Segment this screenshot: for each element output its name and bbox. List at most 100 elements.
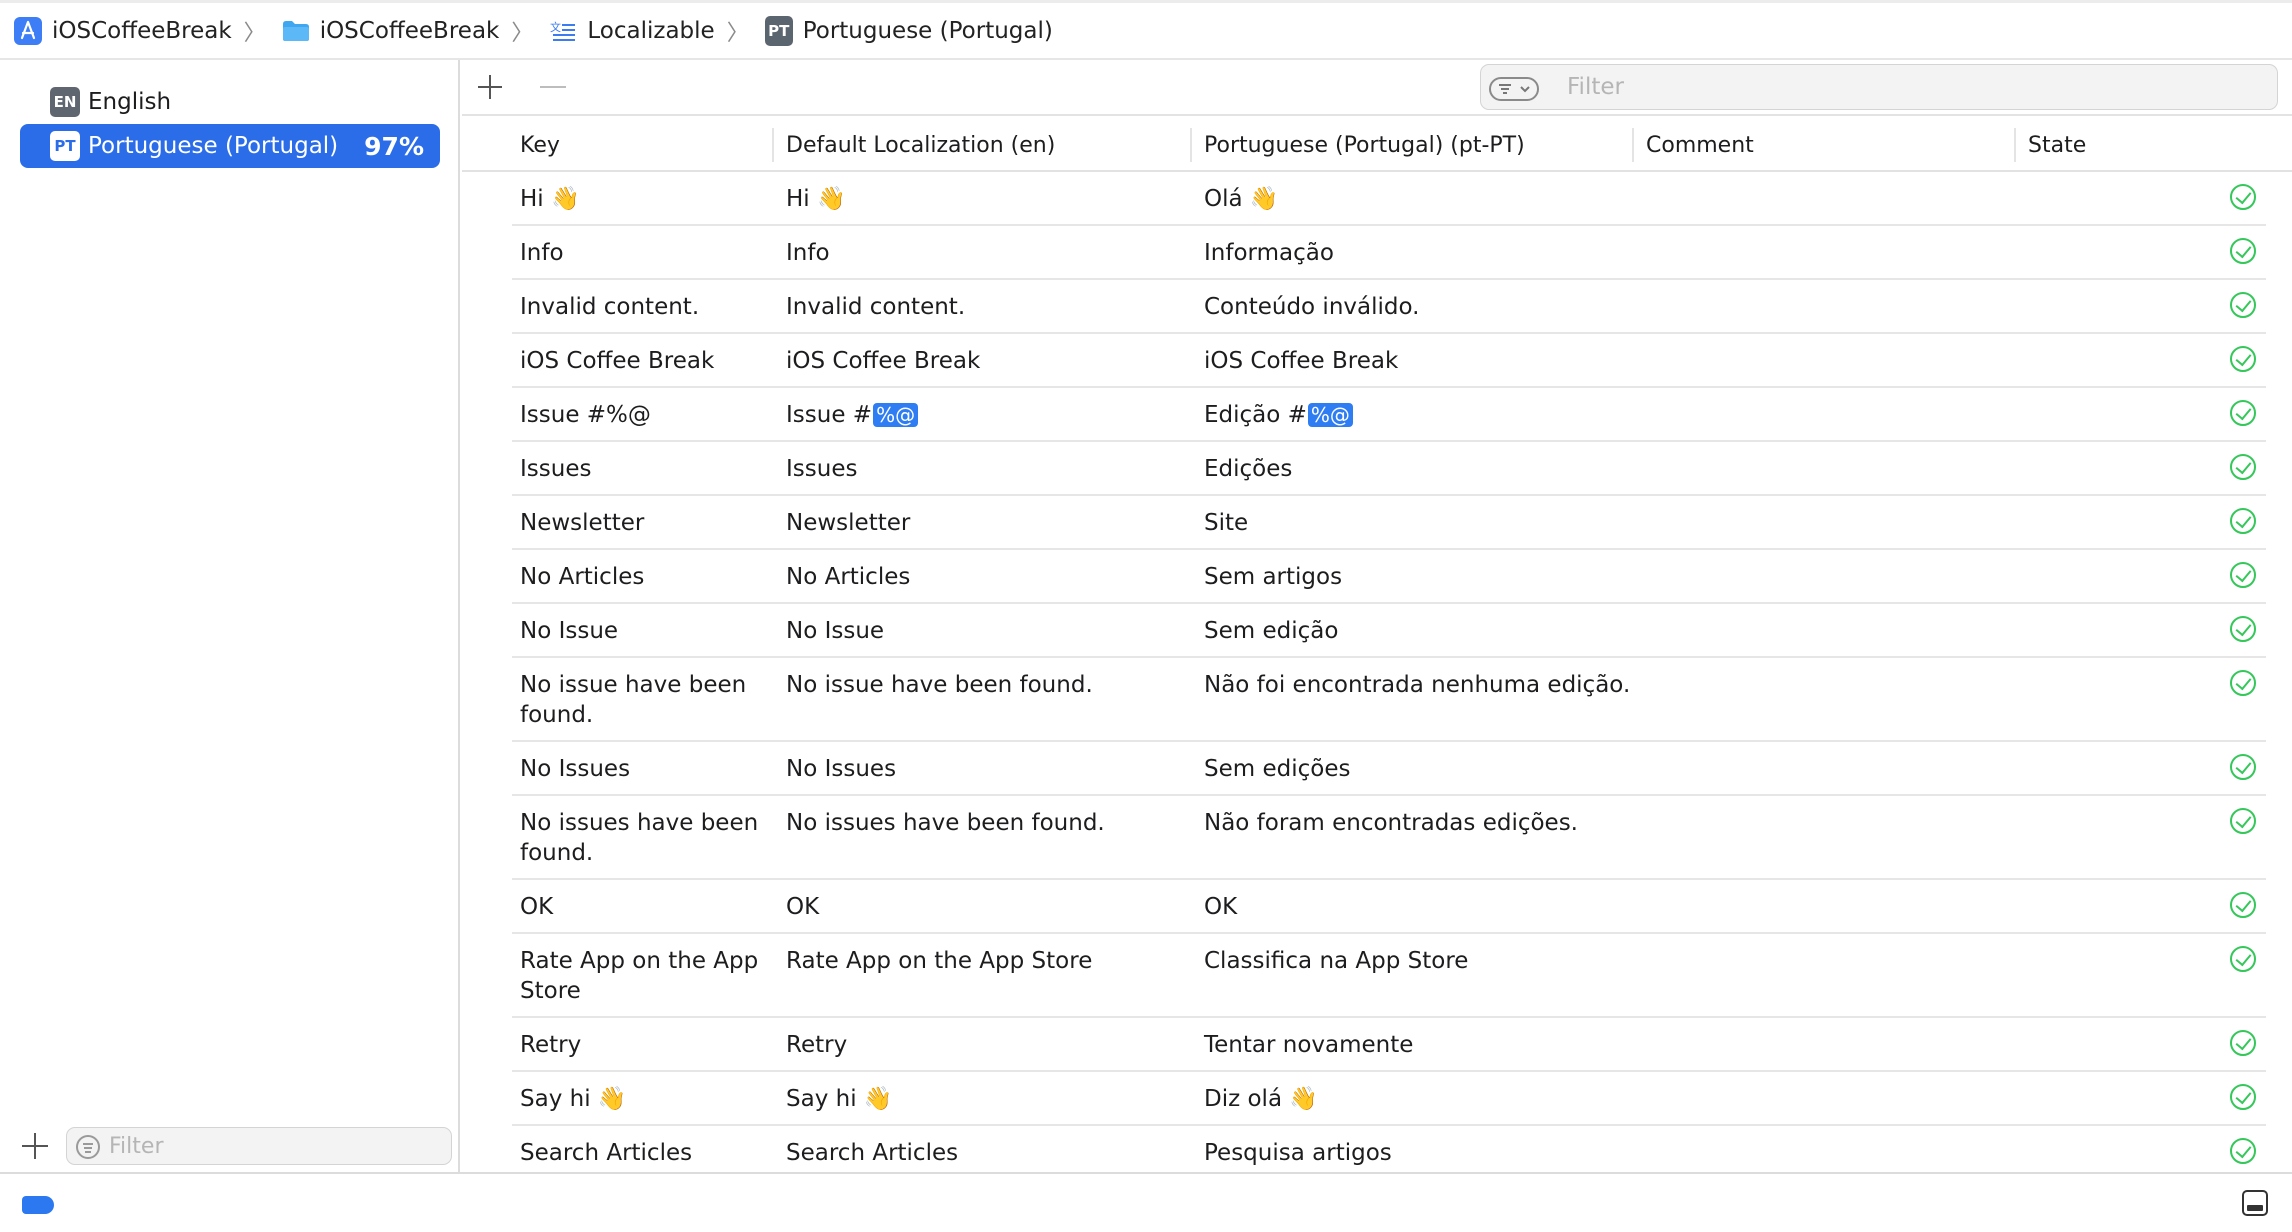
translation-cell[interactable]: Diz olá 👋	[1204, 1084, 1644, 1114]
column-header-key[interactable]: Key	[520, 118, 560, 172]
format-specifier-token: %@	[1307, 403, 1353, 427]
tag-icon[interactable]	[22, 1196, 54, 1214]
table-row[interactable]: OK OK OK	[512, 880, 2266, 934]
checkmark-circle-icon	[2230, 508, 2256, 534]
key-cell: OK	[520, 894, 554, 920]
key-cell: Newsletter	[520, 510, 645, 536]
table-row[interactable]: iOS Coffee Break iOS Coffee Break iOS Co…	[512, 334, 2266, 388]
table-row[interactable]: Say hi 👋 Say hi 👋 Diz olá 👋	[512, 1072, 2266, 1126]
checkmark-circle-icon	[2230, 346, 2256, 372]
add-key-button[interactable]	[478, 75, 502, 99]
translation-cell[interactable]: Classifica na App Store	[1204, 946, 1644, 976]
default-cell: No issues have been found.	[786, 810, 1105, 836]
checkmark-circle-icon	[2230, 754, 2256, 780]
breadcrumb-label: Localizable	[587, 17, 715, 44]
translation-cell[interactable]: iOS Coffee Break	[1204, 346, 1644, 376]
key-cell: Retry	[520, 1032, 582, 1058]
translation-cell[interactable]: Conteúdo inválido.	[1204, 292, 1644, 322]
translation-cell[interactable]: Site	[1204, 508, 1644, 538]
remove-key-button[interactable]	[540, 86, 566, 88]
table-row[interactable]: Hi 👋 Hi 👋 Olá 👋	[512, 172, 2266, 226]
column-header-portuguese[interactable]: Portuguese (Portugal) (pt-PT)	[1204, 118, 1525, 172]
checkmark-circle-icon	[2230, 1030, 2256, 1056]
table-filter-field[interactable]: Filter	[1480, 64, 2278, 110]
default-cell: iOS Coffee Break	[786, 348, 981, 374]
translation-cell[interactable]: Não foram encontradas edições.	[1204, 808, 1644, 838]
default-text: Issue #	[786, 402, 873, 428]
table-toolbar: Filter	[462, 60, 2292, 116]
table-row[interactable]: No issues have been found. No issues hav…	[512, 796, 2266, 880]
table-row[interactable]: Search Articles Search Articles Pesquisa…	[512, 1126, 2266, 1172]
column-header-comment[interactable]: Comment	[1646, 118, 1754, 172]
table-filter-placeholder: Filter	[1567, 74, 1624, 100]
toggle-panel-icon[interactable]	[2242, 1190, 2268, 1216]
breadcrumb-item-folder[interactable]: iOSCoffeeBreak 〉	[282, 11, 550, 51]
translation-cell[interactable]: Informação	[1204, 238, 1644, 268]
key-cell: No issue have been found.	[520, 672, 747, 728]
breadcrumb-item-project[interactable]: iOSCoffeeBreak 〉	[14, 11, 282, 51]
table-row[interactable]: No Issue No Issue Sem edição	[512, 604, 2266, 658]
breadcrumb: iOSCoffeeBreak 〉 iOSCoffeeBreak 〉 文 Loca…	[0, 0, 2292, 60]
key-cell: Hi 👋	[520, 186, 580, 212]
checkmark-circle-icon	[2230, 1084, 2256, 1110]
strings-file-icon: 文	[549, 17, 577, 45]
table-row[interactable]: Retry Retry Tentar novamente	[512, 1018, 2266, 1072]
default-cell: No Issues	[786, 756, 897, 782]
default-cell: Rate App on the App Store	[786, 948, 1093, 974]
sidebar-item-english[interactable]: EN English	[20, 80, 440, 124]
translation-cell[interactable]: OK	[1204, 892, 1644, 922]
sidebar-filter-field[interactable]: Filter	[66, 1127, 452, 1165]
filter-icon	[76, 1135, 100, 1159]
table-row[interactable]: Info Info Informação	[512, 226, 2266, 280]
default-cell: Info	[786, 240, 830, 266]
translation-cell[interactable]: Edição # %@	[1204, 400, 1644, 430]
column-header-state[interactable]: State	[2028, 118, 2086, 172]
table-row[interactable]: Rate App on the App Store Rate App on th…	[512, 934, 2266, 1018]
checkmark-circle-icon	[2230, 292, 2256, 318]
table-row[interactable]: No issue have been found. No issue have …	[512, 658, 2266, 742]
key-cell: Info	[520, 240, 564, 266]
key-cell: No Issues	[520, 756, 631, 782]
translation-cell[interactable]: Sem artigos	[1204, 562, 1644, 592]
column-header-default[interactable]: Default Localization (en)	[786, 118, 1055, 172]
translation-percent: 97%	[364, 131, 424, 161]
table-header: Key Default Localization (en) Portuguese…	[462, 118, 2292, 172]
key-cell: No issues have been found.	[520, 810, 759, 866]
translation-cell[interactable]: Sem edições	[1204, 754, 1644, 784]
breadcrumb-label: iOSCoffeeBreak	[52, 17, 232, 44]
add-language-button[interactable]	[22, 1133, 48, 1159]
table-row[interactable]: No Articles No Articles Sem artigos	[512, 550, 2266, 604]
table-row[interactable]: No Issues No Issues Sem edições	[512, 742, 2266, 796]
sidebar-item-portuguese[interactable]: PT Portuguese (Portugal) 97%	[20, 124, 440, 168]
table-row[interactable]: Newsletter Newsletter Site	[512, 496, 2266, 550]
breadcrumb-item-file[interactable]: 文 Localizable 〉	[549, 11, 764, 51]
default-cell: No Articles	[786, 564, 911, 590]
key-cell: Invalid content.	[520, 294, 700, 320]
translation-cell[interactable]: Sem edição	[1204, 616, 1644, 646]
translation-cell[interactable]: Não foi encontrada nenhuma edição.	[1204, 670, 1644, 700]
translation-cell[interactable]: Edições	[1204, 454, 1644, 484]
translation-cell[interactable]: Olá 👋	[1204, 184, 1644, 214]
default-cell: Newsletter	[786, 510, 911, 536]
breadcrumb-item-language[interactable]: PT Portuguese (Portugal)	[764, 11, 1053, 51]
strings-table: Hi 👋 Hi 👋 Olá 👋 Info Info Informação Inv…	[462, 172, 2292, 1172]
checkmark-circle-icon	[2230, 616, 2256, 642]
translation-cell[interactable]: Pesquisa artigos	[1204, 1138, 1644, 1168]
checkmark-circle-icon	[2230, 892, 2256, 918]
chevron-right-icon: 〉	[726, 20, 749, 46]
table-row[interactable]: Invalid content. Invalid content. Conteú…	[512, 280, 2266, 334]
default-cell: OK	[786, 894, 820, 920]
key-cell: iOS Coffee Break	[520, 348, 715, 374]
checkmark-circle-icon	[2230, 1138, 2256, 1164]
translation-cell[interactable]: Tentar novamente	[1204, 1030, 1644, 1060]
filter-options-icon[interactable]	[1489, 77, 1539, 101]
chevron-right-icon: 〉	[243, 20, 266, 46]
chevron-right-icon: 〉	[511, 20, 534, 46]
default-cell: No Issue	[786, 618, 885, 644]
table-row[interactable]: Issue #%@ Issue # %@ Edição # %@	[512, 388, 2266, 442]
table-row[interactable]: Issues Issues Edições	[512, 442, 2266, 496]
default-cell: Hi 👋	[786, 186, 846, 212]
checkmark-circle-icon	[2230, 946, 2256, 972]
default-cell: Search Articles	[786, 1140, 959, 1166]
default-cell: No issue have been found.	[786, 672, 1093, 698]
